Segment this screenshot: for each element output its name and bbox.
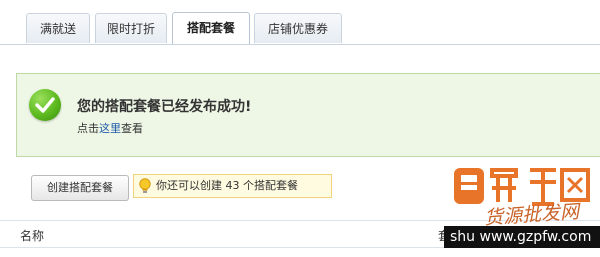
tab-full-gift[interactable]: 满就送 xyxy=(26,13,90,43)
tab-bar: 满就送 限时打折 搭配套餐 店铺优惠券 xyxy=(0,0,600,45)
success-title: 您的搭配套餐已经发布成功! xyxy=(77,99,252,115)
lightbulb-icon xyxy=(138,178,152,203)
success-notice: 您的搭配套餐已经发布成功! 点击这里查看 xyxy=(16,73,600,157)
create-combo-button[interactable]: 创建搭配套餐 xyxy=(31,175,129,201)
link-suffix: 查看 xyxy=(121,122,143,135)
success-subtext: 点击这里查看 xyxy=(77,120,143,136)
check-circle-icon xyxy=(29,89,61,121)
tab-limited-discount[interactable]: 限时打折 xyxy=(95,13,167,43)
tab-combo-package[interactable]: 搭配套餐 xyxy=(172,12,250,44)
tip-text: 你还可以创建 43 个搭配套餐 xyxy=(156,179,298,192)
link-prefix: 点击 xyxy=(77,122,99,135)
tab-store-coupon[interactable]: 店铺优惠券 xyxy=(254,13,342,43)
view-here-link[interactable]: 这里 xyxy=(99,122,121,135)
remaining-quota-tip: 你还可以创建 43 个搭配套餐 xyxy=(133,174,332,198)
watermark-url: shu www.gzpfw.com xyxy=(444,226,600,248)
column-header-name: 名称 xyxy=(20,229,45,243)
